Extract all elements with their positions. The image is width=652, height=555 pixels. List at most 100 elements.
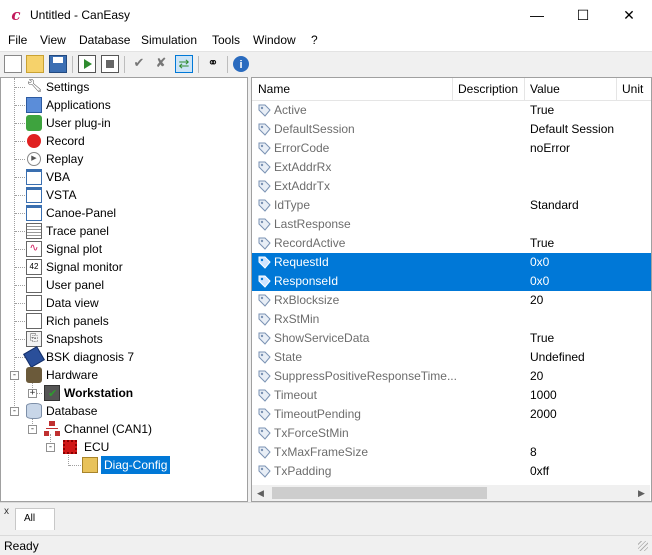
- property-row[interactable]: ExtAddrTx: [252, 177, 651, 196]
- property-row[interactable]: IdType Standard: [252, 196, 651, 215]
- scrollbar-thumb[interactable]: [272, 487, 487, 499]
- tab-all[interactable]: All: [15, 508, 55, 530]
- property-row[interactable]: ExtAddrRx: [252, 158, 651, 177]
- minimize-button[interactable]: —: [514, 0, 560, 31]
- property-row[interactable]: State Undefined: [252, 348, 651, 367]
- info-icon[interactable]: i: [233, 56, 249, 72]
- tab-close-icon[interactable]: x: [4, 506, 9, 517]
- tree-item-channel[interactable]: - Channel (CAN1): [1, 420, 247, 438]
- binoculars-icon[interactable]: ⚭: [204, 55, 222, 73]
- open-icon[interactable]: [26, 55, 44, 73]
- tree-item-signal-monitor[interactable]: 42 Signal monitor: [1, 258, 247, 276]
- property-value[interactable]: 8: [530, 443, 537, 462]
- property-value[interactable]: 0xff: [530, 462, 549, 481]
- menu-window[interactable]: Window: [253, 33, 296, 47]
- tree-item-database[interactable]: - Database: [1, 402, 247, 420]
- property-value[interactable]: True: [530, 234, 554, 253]
- column-header-value[interactable]: Value: [530, 82, 560, 96]
- menu-simulation[interactable]: Simulation: [141, 33, 197, 47]
- tree-item-canoe-panel[interactable]: Canoe-Panel: [1, 204, 247, 222]
- tree-item-signal-plot[interactable]: ∿ Signal plot: [1, 240, 247, 258]
- stop-icon[interactable]: [101, 55, 119, 73]
- property-row[interactable]: Active True: [252, 101, 651, 120]
- expand-icon[interactable]: +: [28, 389, 37, 398]
- menu-file[interactable]: File: [8, 33, 27, 47]
- tree-item-user-panel[interactable]: User panel: [1, 276, 247, 294]
- property-value[interactable]: 20: [530, 367, 543, 386]
- property-row[interactable]: TxMaxFrameSize 8: [252, 443, 651, 462]
- property-value[interactable]: 0x0: [530, 253, 549, 272]
- menu-database[interactable]: Database: [79, 33, 130, 47]
- tree-item-snapshots[interactable]: ⎘ Snapshots: [1, 330, 247, 348]
- property-value[interactable]: 0x0: [530, 272, 549, 291]
- menu-help[interactable]: ?: [311, 33, 318, 47]
- property-value[interactable]: noError: [530, 139, 570, 158]
- tree-item-diag-config[interactable]: Diag-Config: [1, 456, 247, 474]
- close-button[interactable]: ✕: [606, 0, 652, 31]
- project-tree[interactable]: 🔧︎ Settings Applications User plug-in Re…: [0, 77, 248, 502]
- property-value[interactable]: Standard: [530, 196, 579, 215]
- property-row[interactable]: RecordActive True: [252, 234, 651, 253]
- tree-item-hardware[interactable]: - Hardware: [1, 366, 247, 384]
- collapse-icon[interactable]: -: [46, 443, 55, 452]
- property-row[interactable]: LastResponse: [252, 215, 651, 234]
- start-icon[interactable]: [78, 55, 96, 73]
- horizontal-scrollbar[interactable]: ◀ ▶: [252, 485, 650, 501]
- tree-item-bsk-diagnosis[interactable]: BSK diagnosis 7: [1, 346, 247, 368]
- tree-item-workstation[interactable]: + ✔ Workstation: [1, 384, 247, 402]
- tree-item-vba[interactable]: VBA: [1, 168, 247, 186]
- property-row[interactable]: SuppressPositiveResponseTime... 20: [252, 367, 651, 386]
- property-value[interactable]: True: [530, 101, 554, 120]
- check-icon[interactable]: ✔: [130, 55, 148, 73]
- maximize-button[interactable]: ☐: [560, 0, 606, 31]
- property-value[interactable]: Default Session: [530, 120, 614, 139]
- column-header-unit[interactable]: Unit: [622, 82, 643, 96]
- property-row[interactable]: RxBlocksize 20: [252, 291, 651, 310]
- menu-tools[interactable]: Tools: [212, 33, 240, 47]
- tree-item-user-plugin[interactable]: User plug-in: [1, 114, 247, 132]
- column-header-description[interactable]: Description: [458, 82, 518, 96]
- window-icon: [26, 187, 42, 203]
- property-row[interactable]: ResponseId 0x0: [252, 272, 651, 291]
- tree-item-trace-panel[interactable]: Trace panel: [1, 222, 247, 240]
- canEasy-app-icon[interactable]: c: [8, 7, 24, 23]
- tree-item-vsta[interactable]: VSTA: [1, 186, 247, 204]
- collapse-icon[interactable]: -: [10, 371, 19, 380]
- scroll-right-icon[interactable]: ▶: [633, 485, 650, 501]
- refresh-icon[interactable]: ⇄: [175, 55, 193, 73]
- uncheck-icon[interactable]: ✘: [152, 55, 170, 73]
- property-row[interactable]: ErrorCode noError: [252, 139, 651, 158]
- toolbar: ✔ ✘ ⇄ ⚭ i: [0, 51, 652, 78]
- new-icon[interactable]: [4, 55, 22, 73]
- property-value[interactable]: 1000: [530, 386, 557, 405]
- collapse-icon[interactable]: -: [28, 425, 37, 434]
- property-row[interactable]: TxPadding 0xff: [252, 462, 651, 481]
- tree-item-applications[interactable]: Applications: [1, 96, 247, 114]
- tree-item-replay[interactable]: ▶ Replay: [1, 150, 247, 168]
- property-row[interactable]: ShowServiceData True: [252, 329, 651, 348]
- tree-item-settings[interactable]: 🔧︎ Settings: [1, 78, 247, 96]
- record-icon: [27, 134, 41, 148]
- property-tag-icon: [258, 123, 271, 136]
- tree-item-data-view[interactable]: Data view: [1, 294, 247, 312]
- property-row[interactable]: RxStMin: [252, 310, 651, 329]
- property-row[interactable]: RequestId 0x0: [252, 253, 651, 272]
- collapse-icon[interactable]: -: [10, 407, 19, 416]
- resize-grip-icon[interactable]: [638, 541, 648, 551]
- property-row[interactable]: DefaultSession Default Session: [252, 120, 651, 139]
- property-value[interactable]: 2000: [530, 405, 557, 424]
- save-icon[interactable]: [49, 55, 67, 73]
- tree-item-record[interactable]: Record: [1, 132, 247, 150]
- column-header-name[interactable]: Name: [258, 82, 290, 96]
- property-value[interactable]: Undefined: [530, 348, 585, 367]
- scroll-left-icon[interactable]: ◀: [252, 485, 269, 501]
- property-grid[interactable]: Name Description Value Unit Active True De…: [251, 77, 652, 502]
- tree-item-rich-panels[interactable]: Rich panels: [1, 312, 247, 330]
- property-row[interactable]: TimeoutPending 2000: [252, 405, 651, 424]
- property-value[interactable]: 20: [530, 291, 543, 310]
- property-value[interactable]: True: [530, 329, 554, 348]
- property-row[interactable]: Timeout 1000: [252, 386, 651, 405]
- menu-view[interactable]: View: [40, 33, 66, 47]
- tree-item-ecu[interactable]: - ECU: [1, 438, 247, 456]
- property-row[interactable]: TxForceStMin: [252, 424, 651, 443]
